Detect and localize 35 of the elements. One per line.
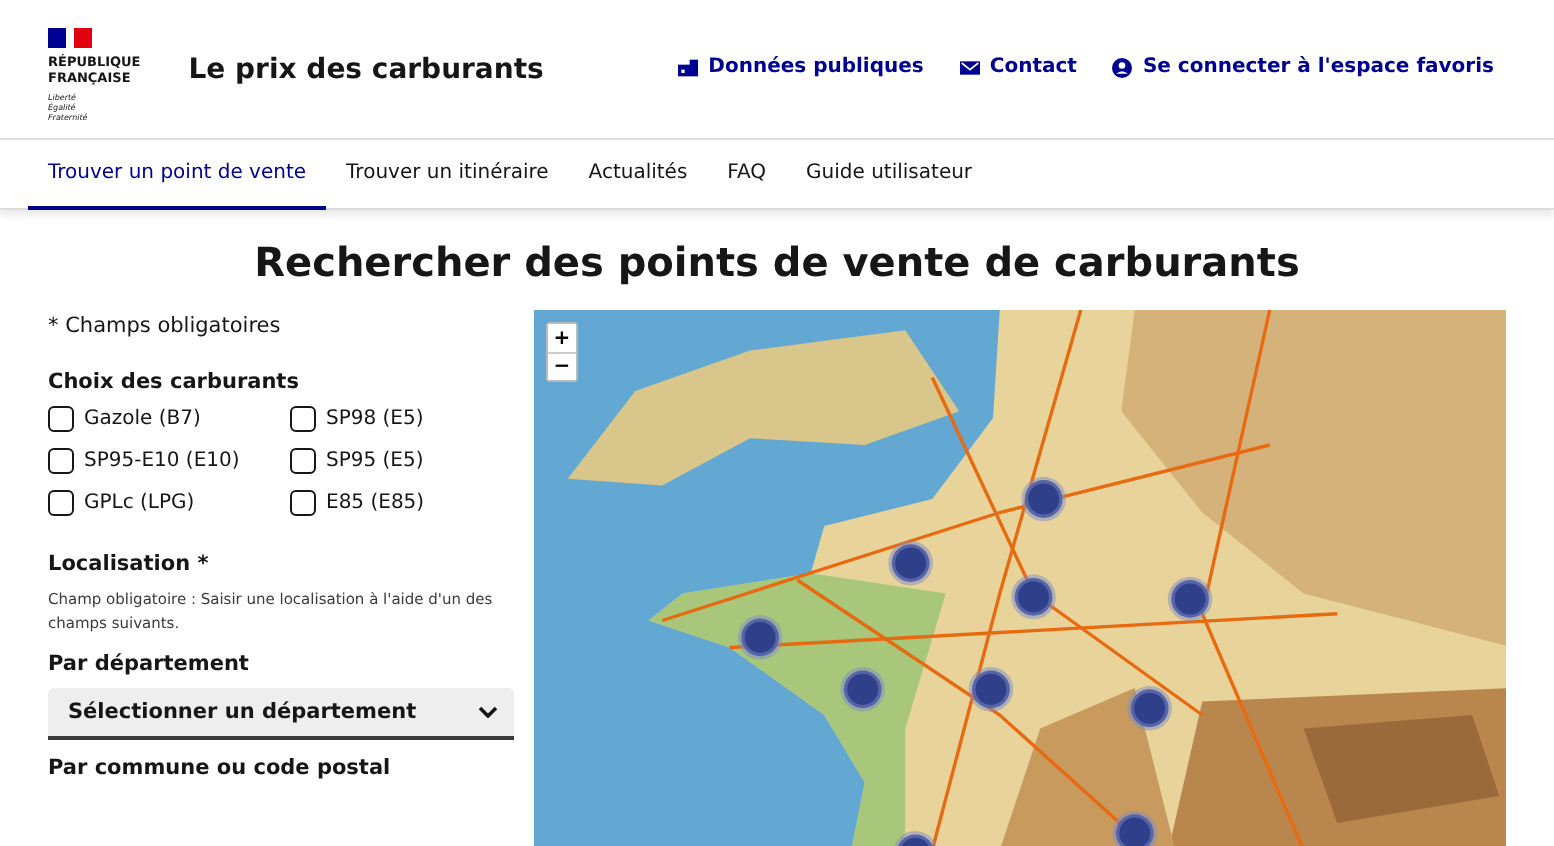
mail-icon [959, 57, 980, 77]
header-link[interactable]: Données publiques [678, 56, 924, 78]
checkbox[interactable] [290, 448, 316, 474]
checkbox-label[interactable]: SP98 (E5) [326, 408, 424, 430]
checkbox[interactable] [48, 406, 74, 432]
zoom-in-button[interactable]: + [548, 324, 576, 352]
chevron-down-icon [478, 706, 498, 718]
header-link[interactable]: Contact [959, 56, 1077, 78]
checkbox[interactable] [290, 490, 316, 516]
section-title: Localisation * [48, 552, 211, 576]
zoom-out-button[interactable]: − [548, 352, 576, 380]
checkbox-label[interactable]: E85 (E85) [326, 492, 425, 514]
header-link[interactable]: Se connecter à l'espace favoris [1112, 56, 1494, 78]
nav-tab[interactable]: Trouver un point de vente [28, 140, 327, 210]
nav-tab[interactable]: Trouver un itinéraire [326, 140, 569, 210]
checkbox-label[interactable]: SP95-E10 (E10) [84, 450, 240, 472]
site-title: Le prix des carburants [188, 53, 544, 85]
field-label: Par département [48, 652, 251, 676]
field-label: Par commune ou code postal [48, 756, 393, 780]
department-select[interactable]: Sélectionner un département [48, 688, 514, 740]
checkbox[interactable] [48, 448, 74, 474]
user-icon [1112, 57, 1133, 77]
checkbox-label[interactable]: GPLc (LPG) [84, 492, 195, 514]
section-title: Choix des carburants [48, 370, 301, 394]
nav-tab[interactable]: Guide utilisateur [786, 140, 993, 210]
checkbox-label[interactable]: SP95 (E5) [326, 450, 424, 472]
checkbox[interactable] [290, 406, 316, 432]
checkbox-label[interactable]: Gazole (B7) [84, 408, 201, 430]
page-title: Rechercher des points de vente de carburants [252, 238, 1302, 286]
nav-tab[interactable]: FAQ [707, 140, 787, 210]
checkbox[interactable] [48, 490, 74, 516]
required-note: * Champs obligatoires [48, 314, 283, 338]
nav-tab[interactable]: Actualités [568, 140, 708, 210]
flag-icon [48, 28, 92, 48]
building-icon [678, 57, 699, 77]
